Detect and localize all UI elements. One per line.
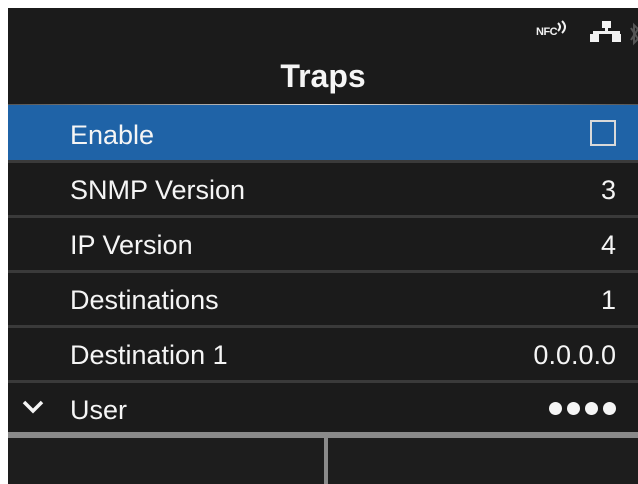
page-title: Traps [280,58,366,94]
enable-checkbox[interactable] [590,120,616,146]
mask-dot [567,402,580,415]
masked-value [549,402,616,415]
menu-item-label: Destination 1 [70,340,228,370]
menu-item-value: 4 [600,230,616,260]
menu-item-label: Destinations [70,285,219,315]
menu-item-user[interactable]: User [8,380,638,435]
softkey-left[interactable] [8,438,324,484]
menu-item-label: User [70,395,128,425]
printer-display: NFC Traps Enable SNMP Version 3 IP Versi… [8,8,638,484]
menu-item-snmp-version[interactable]: SNMP Version 3 [8,160,638,215]
network-icon [590,21,621,42]
menu-item-label: IP Version [70,230,193,260]
nfc-icon [557,20,566,34]
bluetooth-icon [630,22,638,46]
menu-item-label: Enable [70,120,155,150]
menu-item-enable[interactable]: Enable [8,105,638,160]
mask-dot [603,402,616,415]
nfc-label: NFC [536,26,558,38]
mask-dot [585,402,598,415]
menu-item-value: 0.0.0.0 [533,340,616,370]
chevron-down-icon [22,400,44,414]
menu-item-value: 3 [600,175,616,205]
softkey-right[interactable] [328,438,638,484]
menu-item-label: SNMP Version [70,175,246,205]
menu-item-ip-version[interactable]: IP Version 4 [8,215,638,270]
menu-item-destination-1[interactable]: Destination 1 0.0.0.0 [8,325,638,380]
menu-item-destinations[interactable]: Destinations 1 [8,270,638,325]
mask-dot [549,402,562,415]
menu-item-value: 1 [600,285,616,315]
status-bar: NFC [8,8,638,54]
